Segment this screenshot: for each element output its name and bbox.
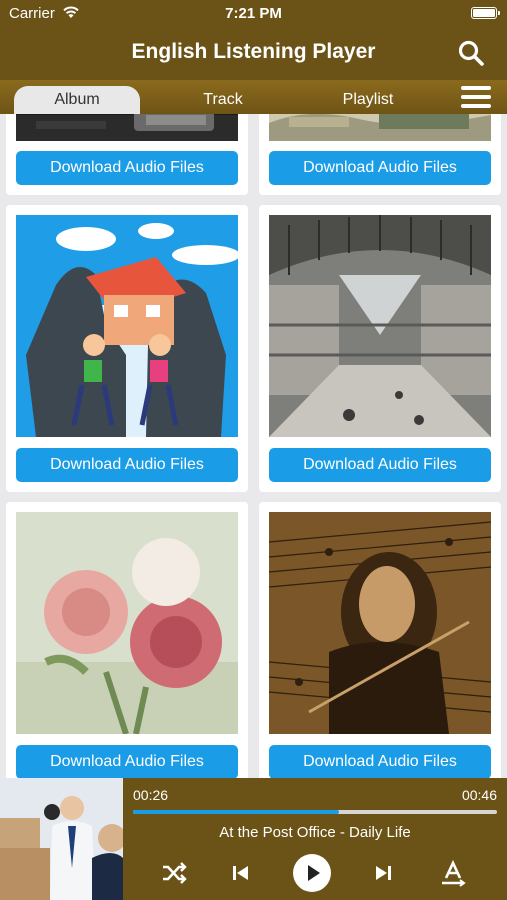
album-card[interactable]: Download Audio Files xyxy=(259,114,501,195)
play-icon xyxy=(308,865,320,881)
text-size-icon[interactable] xyxy=(436,856,470,890)
clock: 7:21 PM xyxy=(225,5,282,22)
download-audio-button[interactable]: Download Audio Files xyxy=(269,745,491,778)
download-audio-button[interactable]: Download Audio Files xyxy=(16,745,238,778)
mini-player: 00:26 00:46 At the Post Office - Daily L… xyxy=(0,778,507,900)
track-artwork[interactable] xyxy=(0,778,123,900)
menu-icon[interactable] xyxy=(461,86,491,110)
album-card[interactable]: Download Audio Files xyxy=(6,114,248,195)
album-card[interactable]: Download Audio Files xyxy=(6,502,248,778)
album-thumbnail[interactable] xyxy=(269,512,491,734)
progress-slider[interactable] xyxy=(133,810,497,814)
album-grid: Download Audio Files Download Audio File… xyxy=(0,114,507,778)
album-card[interactable]: Download Audio Files xyxy=(259,205,501,492)
tab-bar: Album Track Playlist xyxy=(0,80,507,114)
tab-playlist[interactable]: Playlist xyxy=(312,86,424,114)
album-thumbnail[interactable] xyxy=(269,114,491,141)
album-thumbnail[interactable] xyxy=(269,215,491,437)
next-icon[interactable] xyxy=(367,856,401,890)
total-time: 00:46 xyxy=(461,787,497,803)
album-card[interactable]: Download Audio Files xyxy=(259,502,501,778)
play-button[interactable] xyxy=(293,854,331,892)
battery-icon xyxy=(471,7,500,19)
previous-icon[interactable] xyxy=(223,856,257,890)
progress-fill xyxy=(133,810,339,814)
album-card[interactable]: Download Audio Files xyxy=(6,205,248,492)
status-bar: Carrier 7:21 PM xyxy=(0,0,507,28)
track-title: At the Post Office - Daily Life xyxy=(219,824,411,841)
tab-album[interactable]: Album xyxy=(14,86,140,114)
elapsed-time: 00:26 xyxy=(133,787,169,803)
page-title: English Listening Player xyxy=(131,40,376,63)
shuffle-icon[interactable] xyxy=(157,856,191,890)
tab-track[interactable]: Track xyxy=(168,86,278,114)
download-audio-button[interactable]: Download Audio Files xyxy=(16,151,238,185)
album-thumbnail[interactable] xyxy=(16,114,238,141)
search-icon[interactable] xyxy=(457,39,485,67)
nav-bar: English Listening Player xyxy=(0,28,507,80)
download-audio-button[interactable]: Download Audio Files xyxy=(269,151,491,185)
album-thumbnail[interactable] xyxy=(16,215,238,437)
download-audio-button[interactable]: Download Audio Files xyxy=(269,448,491,482)
download-audio-button[interactable]: Download Audio Files xyxy=(16,448,238,482)
album-thumbnail[interactable] xyxy=(16,512,238,734)
